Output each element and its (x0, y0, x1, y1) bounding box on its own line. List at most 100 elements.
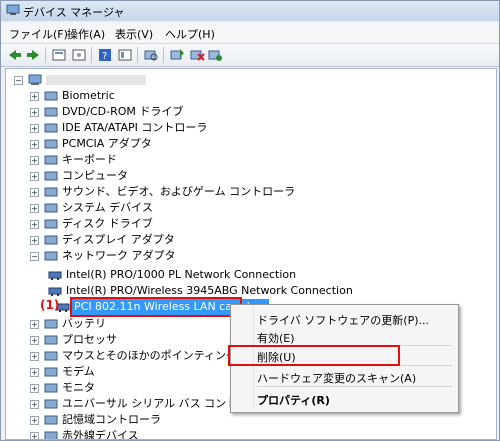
device-category-icon (44, 91, 58, 101)
tree-item-category[interactable]: + PCMCIA アダプタ (30, 136, 330, 152)
menu-separator (257, 386, 452, 387)
tree-item-category[interactable]: + DVD/CD-ROM ドライブ (30, 104, 330, 120)
expand-icon[interactable]: + (30, 336, 39, 345)
computer-icon (28, 74, 42, 85)
tree-item-label: ユニバーサル シリアル バス コントロ (62, 397, 249, 410)
show-hidden-icon[interactable] (71, 48, 87, 62)
expand-icon[interactable]: + (30, 432, 39, 439)
toolbar-separator (137, 47, 138, 63)
device-category-icon (44, 319, 58, 329)
tree-item-label: ディスク ドライブ (62, 217, 153, 230)
expand-icon[interactable]: + (30, 188, 39, 197)
step-marker: (1) (40, 298, 60, 312)
device-category-icon (44, 219, 58, 229)
tree-root[interactable]: − (14, 72, 214, 88)
tree-item-category[interactable]: + キーボード (30, 152, 330, 168)
menu-action[interactable]: 操作(A) (67, 26, 105, 42)
device-category-icon (44, 415, 58, 425)
menu-item-scan-changes[interactable]: ハードウェア変更のスキャン(A) (257, 370, 416, 386)
expand-icon[interactable]: + (30, 124, 39, 133)
tree-item-label: 赤外線デバイス (62, 429, 139, 440)
tree-item-category[interactable]: + サウンド、ビデオ、およびゲーム コントローラ (30, 184, 330, 200)
uninstall-icon[interactable] (189, 48, 205, 62)
svg-text:?: ? (102, 51, 107, 62)
tree-item-category[interactable]: − ネットワーク アダプタ (30, 248, 330, 264)
menu-view[interactable]: 表示(V) (115, 26, 153, 42)
device-category-icon (44, 383, 58, 393)
expand-icon[interactable]: + (30, 400, 39, 409)
device-category-icon (44, 367, 58, 377)
toolbar-separator (45, 47, 46, 63)
network-adapter-icon (48, 287, 62, 296)
tree-item-category[interactable]: + ディスク ドライブ (30, 216, 330, 232)
expand-icon[interactable]: + (30, 140, 39, 149)
tree-item-category[interactable]: + ディスプレイ アダプタ (30, 232, 330, 248)
tree-item-label: バッテリ (62, 317, 106, 330)
expand-icon[interactable]: + (30, 320, 39, 329)
collapse-icon[interactable]: − (14, 76, 23, 85)
tree-item-label: マウスとそのほかのポインティング デ (62, 349, 252, 362)
expand-icon[interactable]: + (30, 220, 39, 229)
menu-item-properties[interactable]: プロパティ(R) (257, 392, 330, 408)
window-title: デバイス マネージャ (23, 6, 125, 19)
update-driver-icon[interactable] (169, 48, 185, 62)
tree-item-category[interactable]: + Biometric (30, 88, 330, 104)
menu-bar: ファイル(F) 操作(A) 表示(V) ヘルプ(H) (1, 23, 499, 44)
menu-item-update-driver[interactable]: ドライバ ソフトウェアの更新(P)... (257, 312, 429, 328)
collapse-icon[interactable]: − (30, 252, 39, 261)
highlight-box-selected-device (70, 297, 242, 317)
expand-icon[interactable]: + (30, 416, 39, 425)
device-category-icon (44, 351, 58, 361)
tree-item-label: モニタ (62, 381, 95, 394)
tree-item-category[interactable]: + IDE ATA/ATAPI コントローラ (30, 120, 330, 136)
enable-icon[interactable] (207, 48, 223, 62)
tree-item-category[interactable]: + コンピュータ (30, 168, 330, 184)
expand-icon[interactable]: + (30, 156, 39, 165)
expand-icon[interactable]: + (30, 204, 39, 213)
expand-icon[interactable]: + (30, 172, 39, 181)
properties-icon[interactable] (51, 48, 67, 62)
menu-file[interactable]: ファイル(F) (9, 26, 68, 42)
expand-icon[interactable]: + (30, 108, 39, 117)
back-icon[interactable] (7, 48, 23, 62)
expand-icon[interactable]: + (30, 352, 39, 361)
help-icon[interactable]: ? (97, 48, 113, 62)
computer-name-blurred (46, 75, 146, 85)
device-manager-window: デバイス マネージャ ファイル(F) 操作(A) 表示(V) ヘルプ(H) ? … (0, 0, 500, 441)
toolbar-separator (163, 47, 164, 63)
forward-icon[interactable] (25, 48, 41, 62)
menu-help[interactable]: ヘルプ(H) (165, 26, 215, 42)
tree-item-label: DVD/CD-ROM ドライブ (62, 105, 184, 118)
network-adapter-icon (48, 271, 62, 280)
tree-item-label: Biometric (62, 89, 115, 102)
menu-item-enable[interactable]: 有効(E) (257, 330, 295, 346)
device-category-icon (44, 399, 58, 409)
scan-icon[interactable] (143, 48, 159, 62)
tree-item-label: IDE ATA/ATAPI コントローラ (62, 121, 208, 134)
device-category-icon (44, 123, 58, 133)
expand-icon[interactable]: + (30, 368, 39, 377)
toolbar: ? (1, 44, 499, 67)
device-category-icon (44, 155, 58, 165)
tree-item-label: サウンド、ビデオ、およびゲーム コントローラ (62, 185, 296, 198)
expand-icon[interactable]: + (30, 384, 39, 393)
tree-item-category[interactable]: + システム デバイス (30, 200, 330, 216)
device-category-icon (44, 203, 58, 213)
title-bar: デバイス マネージャ (1, 1, 499, 21)
tree-item-category[interactable]: + 記憶域コントローラ (30, 412, 330, 428)
device-category-icon (44, 431, 58, 439)
view-icon[interactable] (117, 48, 133, 62)
tree-item-label: システム デバイス (62, 201, 153, 214)
device-category-icon (44, 335, 58, 345)
tree-item-network-child[interactable]: Intel(R) PRO/1000 PL Network Connection (48, 267, 308, 283)
tree-item-label: プロセッサ (62, 333, 117, 346)
tree-item-category[interactable]: + 赤外線デバイス (30, 428, 330, 440)
device-category-icon (44, 171, 58, 181)
tree-item-label: ディスプレイ アダプタ (62, 233, 175, 246)
tree-item-label: ネットワーク アダプタ (62, 249, 176, 262)
highlight-box-uninstall (228, 345, 400, 366)
expand-icon[interactable]: + (30, 236, 39, 245)
context-menu: ドライバ ソフトウェアの更新(P)... 有効(E) 削除(U) ハードウェア変… (228, 304, 459, 413)
expand-icon[interactable]: + (30, 92, 39, 101)
tree-item-label: モデム (62, 365, 95, 378)
